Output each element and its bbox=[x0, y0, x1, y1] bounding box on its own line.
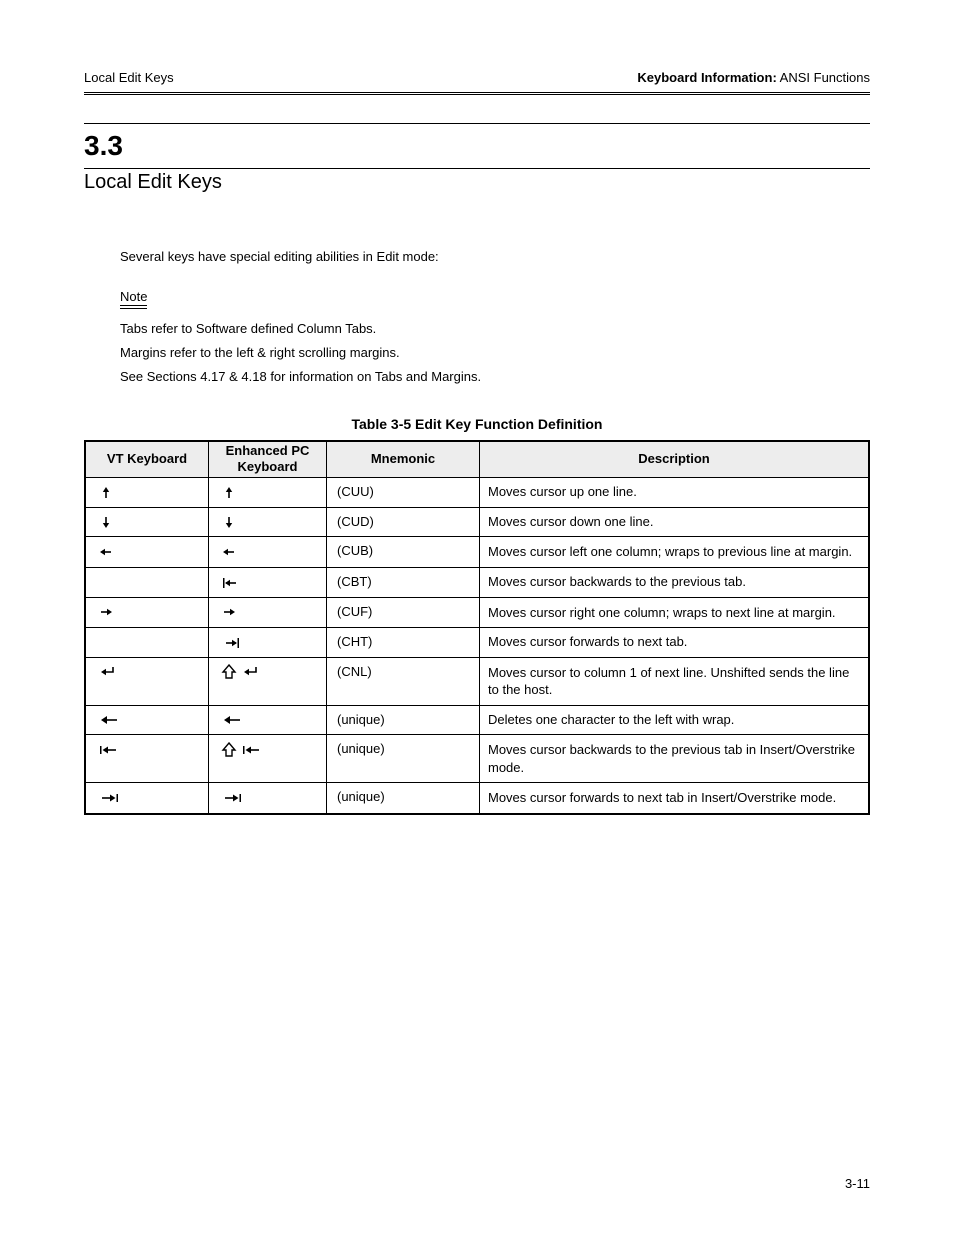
arrow-down-icon bbox=[221, 514, 237, 530]
desc-cell: Deletes one character to the left with w… bbox=[480, 705, 870, 735]
tab-left-icon bbox=[241, 742, 263, 758]
note-label: Note bbox=[120, 289, 147, 310]
arrow-right-icon bbox=[98, 604, 114, 620]
header-line-1: Local Edit Keys Keyboard Information: AN… bbox=[84, 70, 870, 88]
arrow-right-icon bbox=[221, 604, 237, 620]
table-title: Table 3-5 Edit Key Function Definition bbox=[84, 416, 870, 432]
table-header-row: VT Keyboard Enhanced PCKeyboard Mnemonic… bbox=[85, 441, 869, 478]
page-header: Local Edit Keys Keyboard Information: AN… bbox=[84, 70, 870, 194]
pc-key-up bbox=[209, 478, 327, 508]
desc-cell: Moves cursor forwards to next tab. bbox=[480, 628, 870, 658]
mnemonic-cell: (CUB) bbox=[327, 537, 480, 568]
arrow-left-icon bbox=[221, 544, 237, 560]
table-row: (CNL) Moves cursor to column 1 of next l… bbox=[85, 657, 869, 705]
col-header-pc: Enhanced PCKeyboard bbox=[209, 441, 327, 478]
table-row: (unique) Moves cursor forwards to next t… bbox=[85, 783, 869, 814]
pc-key-home-left bbox=[209, 568, 327, 598]
vt-key-return bbox=[85, 657, 209, 705]
desc-cell: Moves cursor left one column; wraps to p… bbox=[480, 537, 870, 568]
mnemonic-cell: (CHT) bbox=[327, 628, 480, 658]
pc-key-end-right bbox=[209, 628, 327, 658]
col-header-desc: Description bbox=[480, 441, 870, 478]
edit-key-table: VT Keyboard Enhanced PCKeyboard Mnemonic… bbox=[84, 440, 870, 815]
return-icon bbox=[241, 664, 261, 680]
mnemonic-cell: (unique) bbox=[327, 783, 480, 814]
pc-key-tab-right bbox=[209, 783, 327, 814]
home-left-icon bbox=[221, 575, 241, 591]
arrow-up-icon bbox=[221, 485, 237, 501]
desc-cell: Moves cursor down one line. bbox=[480, 507, 870, 537]
header-right-text: Keyboard Information: ANSI Functions bbox=[637, 70, 870, 85]
vt-key-left bbox=[85, 537, 209, 568]
note-body: Tabs refer to Software defined Column Ta… bbox=[120, 319, 870, 387]
table-row: (unique) Moves cursor backwards to the p… bbox=[85, 735, 869, 783]
desc-cell: Moves cursor backwards to the previous t… bbox=[480, 735, 870, 783]
table-row: (CUU) Moves cursor up one line. bbox=[85, 478, 869, 508]
tab-left-icon bbox=[98, 742, 120, 758]
arrow-down-icon bbox=[98, 514, 114, 530]
desc-cell: Moves cursor to column 1 of next line. U… bbox=[480, 657, 870, 705]
arrow-up-icon bbox=[98, 485, 114, 501]
pc-key-down bbox=[209, 507, 327, 537]
col-header-mnemonic: Mnemonic bbox=[327, 441, 480, 478]
section-title: Local Edit Keys bbox=[84, 169, 870, 194]
mnemonic-cell: (unique) bbox=[327, 705, 480, 735]
mnemonic-cell: (CBT) bbox=[327, 568, 480, 598]
page-number: 3-11 bbox=[845, 1176, 870, 1191]
table-row: (CUF) Moves cursor right one column; wra… bbox=[85, 597, 869, 628]
tab-right-icon bbox=[221, 790, 243, 806]
shift-icon bbox=[221, 664, 237, 680]
intro-block: Several keys have special editing abilit… bbox=[84, 248, 870, 388]
vt-key-empty bbox=[85, 568, 209, 598]
vt-key-right bbox=[85, 597, 209, 628]
pc-key-shift-tab-left bbox=[209, 735, 327, 783]
vt-key-backspace bbox=[85, 705, 209, 735]
header-left-text: Local Edit Keys bbox=[84, 70, 174, 85]
tab-right-icon bbox=[98, 790, 120, 806]
col-header-vt: VT Keyboard bbox=[85, 441, 209, 478]
arrow-left-icon bbox=[98, 544, 114, 560]
desc-cell: Moves cursor forwards to next tab in Ins… bbox=[480, 783, 870, 814]
mnemonic-cell: (unique) bbox=[327, 735, 480, 783]
desc-cell: Moves cursor right one column; wraps to … bbox=[480, 597, 870, 628]
desc-cell: Moves cursor backwards to the previous t… bbox=[480, 568, 870, 598]
table-row: (CHT) Moves cursor forwards to next tab. bbox=[85, 628, 869, 658]
table-row: (unique) Deletes one character to the le… bbox=[85, 705, 869, 735]
table-row: (CUB) Moves cursor left one column; wrap… bbox=[85, 537, 869, 568]
table-row: (CUD) Moves cursor down one line. bbox=[85, 507, 869, 537]
vt-key-up bbox=[85, 478, 209, 508]
mnemonic-cell: (CUU) bbox=[327, 478, 480, 508]
pc-key-backspace bbox=[209, 705, 327, 735]
return-icon bbox=[98, 664, 118, 680]
mnemonic-cell: (CUD) bbox=[327, 507, 480, 537]
table-row: (CBT) Moves cursor backwards to the prev… bbox=[85, 568, 869, 598]
vt-key-down bbox=[85, 507, 209, 537]
intro-lead: Several keys have special editing abilit… bbox=[84, 248, 870, 266]
backspace-icon bbox=[221, 712, 243, 728]
end-right-icon bbox=[221, 635, 241, 651]
vt-key-tab-left bbox=[85, 735, 209, 783]
vt-key-tab-right bbox=[85, 783, 209, 814]
desc-cell: Moves cursor up one line. bbox=[480, 478, 870, 508]
shift-icon bbox=[221, 742, 237, 758]
mnemonic-cell: (CNL) bbox=[327, 657, 480, 705]
pc-key-shift-return bbox=[209, 657, 327, 705]
header-double-rule bbox=[84, 92, 870, 95]
backspace-icon bbox=[98, 712, 120, 728]
pc-key-left bbox=[209, 537, 327, 568]
section-number: 3.3 bbox=[84, 124, 870, 168]
mnemonic-cell: (CUF) bbox=[327, 597, 480, 628]
vt-key-empty bbox=[85, 628, 209, 658]
pc-key-right bbox=[209, 597, 327, 628]
